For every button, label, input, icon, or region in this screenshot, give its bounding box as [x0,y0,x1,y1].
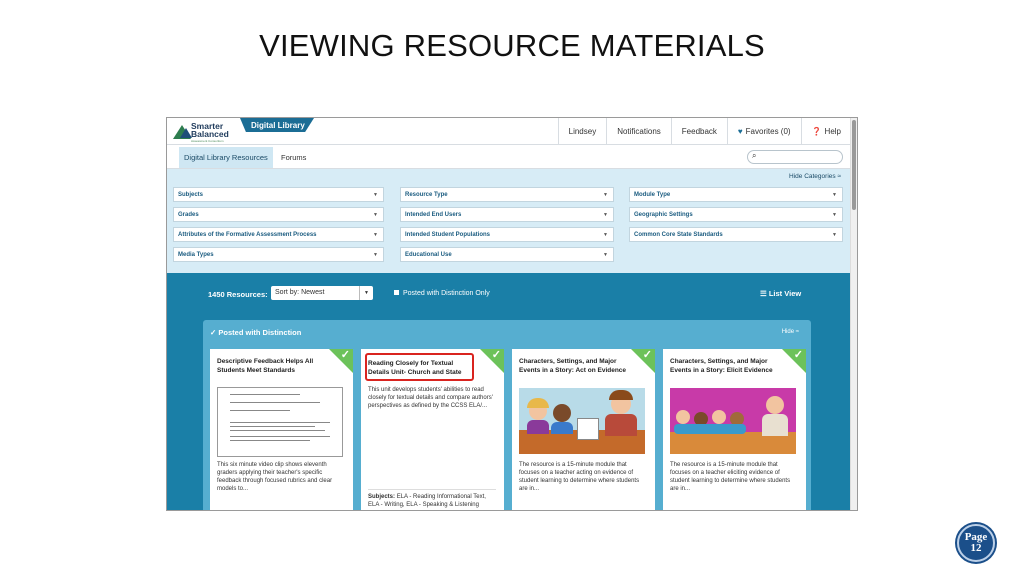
tab-forums[interactable]: Forums [276,147,311,168]
filter-resource-type[interactable]: Resource Type ▼ [400,187,614,202]
checkmark-icon: ✓ [642,349,652,361]
card-description: This six minute video clip shows elevent… [217,462,333,492]
resource-count: 1450 Resources: [208,290,268,299]
page-number: 12 [970,542,982,554]
sort-value: Sort by: Newest [275,289,325,296]
resource-card[interactable]: ✓ Descriptive Feedback Helps All Student… [210,349,353,510]
chevron-down-icon: ▼ [373,192,378,198]
filter-common-core-standards[interactable]: Common Core State Standards ▼ [629,227,843,242]
hide-categories-link[interactable]: Hide Categories ≈ [789,173,841,180]
filter-categories: Hide Categories ≈ Subjects ▼ Grades ▼ Attr… [167,169,851,273]
card-title[interactable]: Characters, Settings, and Major Events i… [670,357,780,375]
card-subjects: Subjects: ELA - Reading Informational Te… [368,494,486,508]
scrollbar-thumb[interactable] [852,120,856,210]
chevron-down-icon: ▼ [373,252,378,258]
posted-distinction-checkbox[interactable]: Posted with Distinction Only [394,290,490,297]
filter-educational-use[interactable]: Educational Use ▼ [400,247,614,262]
favorites-label: Favorites (0) [745,127,791,136]
panel-title: ✓ Posted with Distinction [210,328,302,337]
chevron-down-icon: ▼ [603,192,608,198]
checkmark-icon: ✓ [340,349,350,361]
chevron-down-icon: ▼ [832,192,837,198]
card-title[interactable]: Characters, Settings, and Major Events i… [519,357,629,375]
nav-links: Lindsey Notifications Feedback ♥ Favorite… [557,118,851,145]
help-link[interactable]: ❓ Help [800,118,851,145]
top-nav: Smarter Balanced Assessment Consortium D… [167,118,851,145]
divider [368,489,496,490]
checkmark-icon: ✓ [210,328,217,337]
help-icon: ❓ [811,127,822,136]
help-label: Help [824,127,841,136]
chevron-down-icon: ▼ [603,232,608,238]
filter-geographic-settings[interactable]: Geographic Settings ▼ [629,207,843,222]
filter-module-type[interactable]: Module Type ▼ [629,187,843,202]
resource-card[interactable]: ✓ Characters, Settings, and Major Events… [663,349,806,510]
heart-icon: ♥ [737,127,743,136]
scrollbar[interactable] [850,118,857,510]
card-title[interactable]: Reading Closely for Textual Details Unit… [368,359,470,377]
filter-intended-end-users[interactable]: Intended End Users ▼ [400,207,614,222]
list-view-toggle[interactable]: ☰ List View [760,289,801,298]
panel-hide-link[interactable]: Hide ≈ [782,329,799,335]
card-description: This unit develops students' abilities t… [368,387,493,409]
filter-intended-student-populations[interactable]: Intended Student Populations ▼ [400,227,614,242]
logo-line2: Balanced [191,129,229,139]
chevron-down-icon: ▼ [832,232,837,238]
notifications-link[interactable]: Notifications [606,118,671,145]
card-description: The resource is a 15-minute module that … [670,462,791,492]
chevron-down-icon: ▼ [359,286,373,300]
filter-grades[interactable]: Grades ▼ [173,207,384,222]
page-number-badge: Page 12 [957,524,995,562]
chevron-down-icon: ▼ [373,212,378,218]
feedback-link[interactable]: Feedback [670,118,727,145]
browser-screenshot: Smarter Balanced Assessment Consortium D… [166,117,858,511]
checkmark-icon: ✓ [793,349,803,361]
smarter-balanced-logo[interactable]: Smarter Balanced Assessment Consortium [173,121,243,143]
search-input[interactable]: ⌕ [747,150,843,164]
logo-line3: Assessment Consortium [191,139,224,143]
chevron-down-icon: ▼ [373,232,378,238]
resource-card-highlighted[interactable]: ✓ Reading Closely for Textual Details Un… [361,349,504,510]
document-thumbnail[interactable] [217,387,343,457]
list-icon: ☰ [760,289,767,298]
filter-subjects[interactable]: Subjects ▼ [173,187,384,202]
classroom-illustration[interactable] [670,388,796,454]
resource-card[interactable]: ✓ Characters, Settings, and Major Events… [512,349,655,510]
card-title[interactable]: Descriptive Feedback Helps All Students … [217,357,327,375]
chevron-down-icon: ▼ [832,212,837,218]
slide-title: VIEWING RESOURCE MATERIALS [259,28,765,63]
chevron-down-icon: ▼ [603,252,608,258]
favorites-link[interactable]: ♥ Favorites (0) [726,118,801,145]
digital-library-tab[interactable]: Digital Library [240,118,314,132]
classroom-illustration[interactable] [519,388,645,454]
search-icon: ⌕ [752,151,757,160]
sub-nav: Digital Library Resources Forums ⌕ [167,145,851,169]
checkmark-icon: ✓ [491,349,501,361]
chevron-down-icon: ▼ [603,212,608,218]
filter-attributes[interactable]: Attributes of the Formative Assessment P… [173,227,384,242]
user-menu[interactable]: Lindsey [557,118,607,145]
distinction-panel: ✓ Posted with Distinction Hide ≈ ✓ Descr… [203,320,811,510]
checkbox-icon [394,290,399,295]
card-description: The resource is a 15-minute module that … [519,462,640,492]
tab-digital-library-resources[interactable]: Digital Library Resources [179,147,273,168]
filter-media-types[interactable]: Media Types ▼ [173,247,384,262]
results-area: 1450 Resources: Sort by: Newest ▼ Posted… [167,273,851,510]
sort-select[interactable]: Sort by: Newest ▼ [271,286,373,300]
